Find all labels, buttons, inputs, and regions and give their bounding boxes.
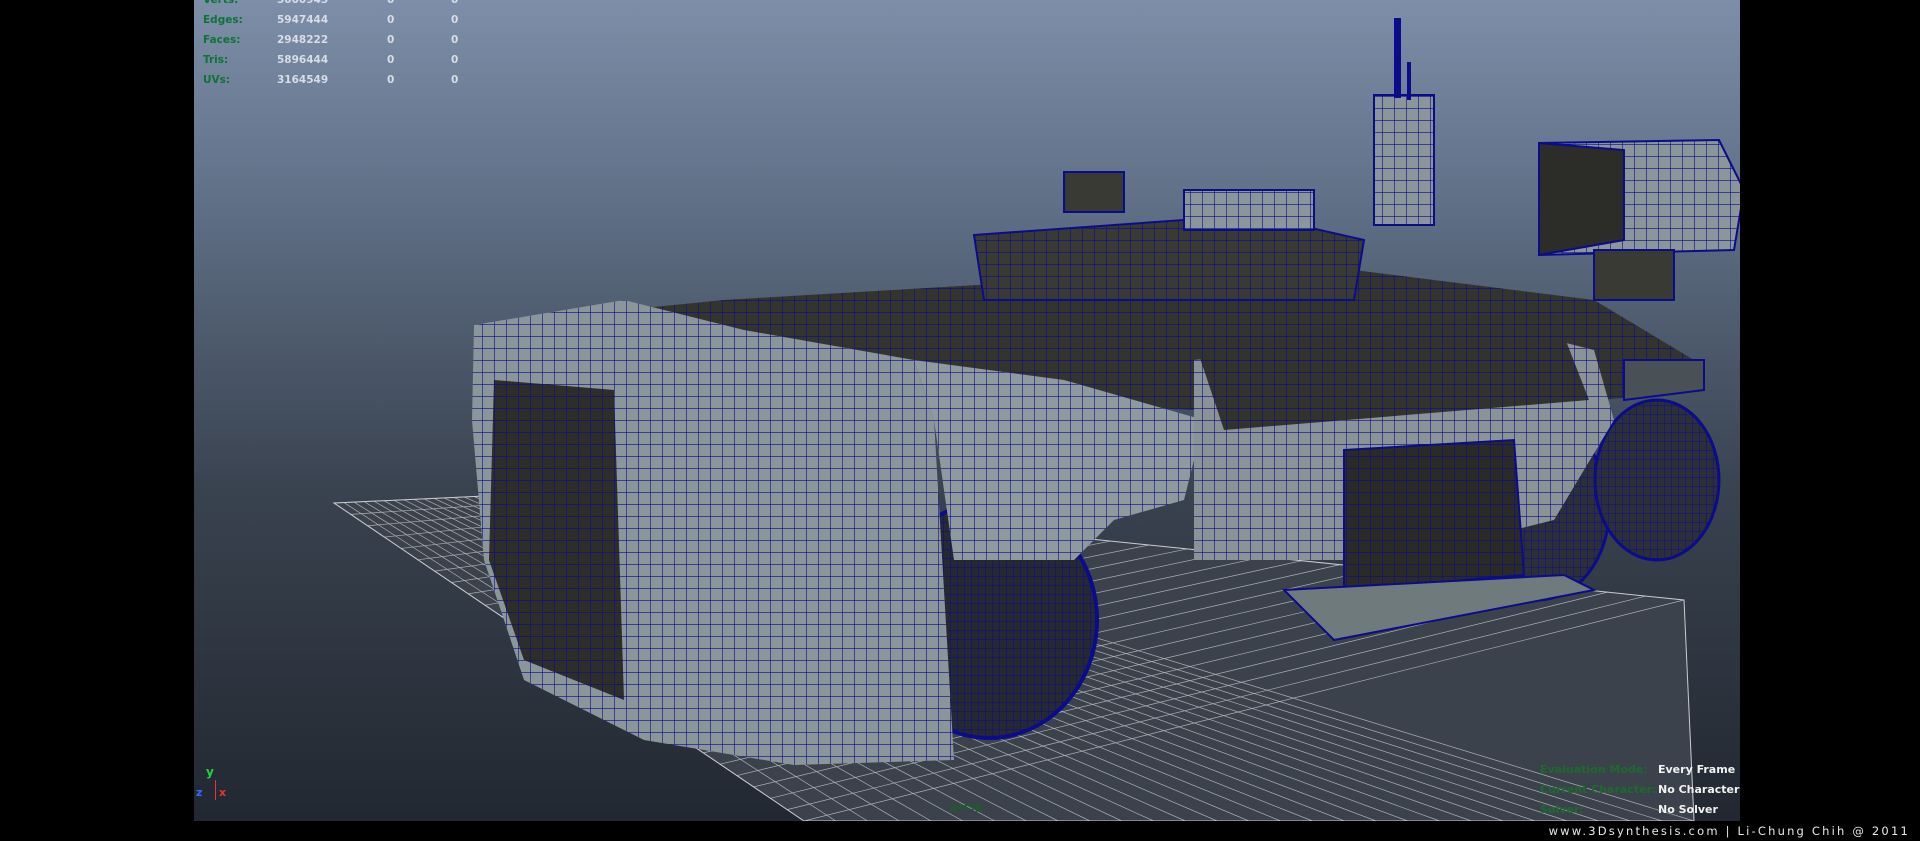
hud-label: Verts:: [203, 0, 239, 6]
axis-y-label: y: [206, 765, 214, 779]
status-row-solver: Solver: No Solver: [1540, 800, 1739, 820]
hud-value-selected: 0: [387, 54, 395, 66]
hud-row-faces: Faces: 2948222 0 0: [203, 30, 491, 50]
status-row-character: Current Character: No Character: [1540, 780, 1739, 800]
hud-value-total: 5896444: [277, 54, 329, 66]
hud-value-uv: 0: [451, 54, 459, 66]
status-row-evaluation: Evaluation Mode: Every Frame: [1540, 760, 1739, 780]
3d-viewport[interactable]: Verts: 3000943 0 0 Edges: 5947444 0 0 Fa…: [194, 0, 1740, 821]
hud-value-uv: 0: [451, 0, 459, 6]
hud-label: Faces:: [203, 34, 241, 46]
hud-label: Edges:: [203, 14, 243, 26]
evaluation-status-hud: Evaluation Mode: Every Frame Current Cha…: [1540, 760, 1739, 820]
status-value: Every Frame: [1658, 763, 1736, 776]
poly-count-hud: Verts: 3000943 0 0 Edges: 5947444 0 0 Fa…: [203, 0, 491, 90]
hud-value-total: 3164549: [277, 74, 329, 86]
axis-z-label: z: [196, 786, 203, 799]
hud-value-selected: 0: [387, 74, 395, 86]
status-value: No Character: [1658, 783, 1740, 796]
camera-name-label: persp: [950, 802, 982, 813]
status-label: Solver:: [1540, 803, 1584, 816]
hud-row-tris: Tris: 5896444 0 0: [203, 50, 491, 70]
credit-text: www.3Dsynthesis.com | Li-Chung Chih @ 20…: [1548, 824, 1910, 838]
hud-value-total: 3000943: [277, 0, 329, 6]
hud-label: UVs:: [203, 74, 231, 86]
hud-value-selected: 0: [387, 0, 395, 6]
hud-value-selected: 0: [387, 34, 395, 46]
status-value: No Solver: [1658, 803, 1718, 816]
hud-value-uv: 0: [451, 74, 459, 86]
hud-value-selected: 0: [387, 14, 395, 26]
hud-row-uvs: UVs: 3164549 0 0: [203, 70, 491, 90]
hud-value-uv: 0: [451, 34, 459, 46]
hud-row-verts: Verts: 3000943 0 0: [203, 0, 491, 10]
axis-line: [215, 780, 216, 800]
status-label: Evaluation Mode:: [1540, 763, 1648, 776]
hud-value-total: 5947444: [277, 14, 329, 26]
hud-row-edges: Edges: 5947444 0 0: [203, 10, 491, 30]
view-axis-gizmo: y z x: [194, 762, 234, 802]
status-label: Current Character:: [1540, 783, 1657, 796]
hud-label: Tris:: [203, 54, 229, 66]
axis-x-label: x: [219, 786, 227, 799]
scene-render: [332, 18, 1740, 821]
hud-value-uv: 0: [451, 14, 459, 26]
footer-bar: www.3Dsynthesis.com | Li-Chung Chih @ 20…: [0, 821, 1920, 841]
hud-value-total: 2948222: [277, 34, 329, 46]
